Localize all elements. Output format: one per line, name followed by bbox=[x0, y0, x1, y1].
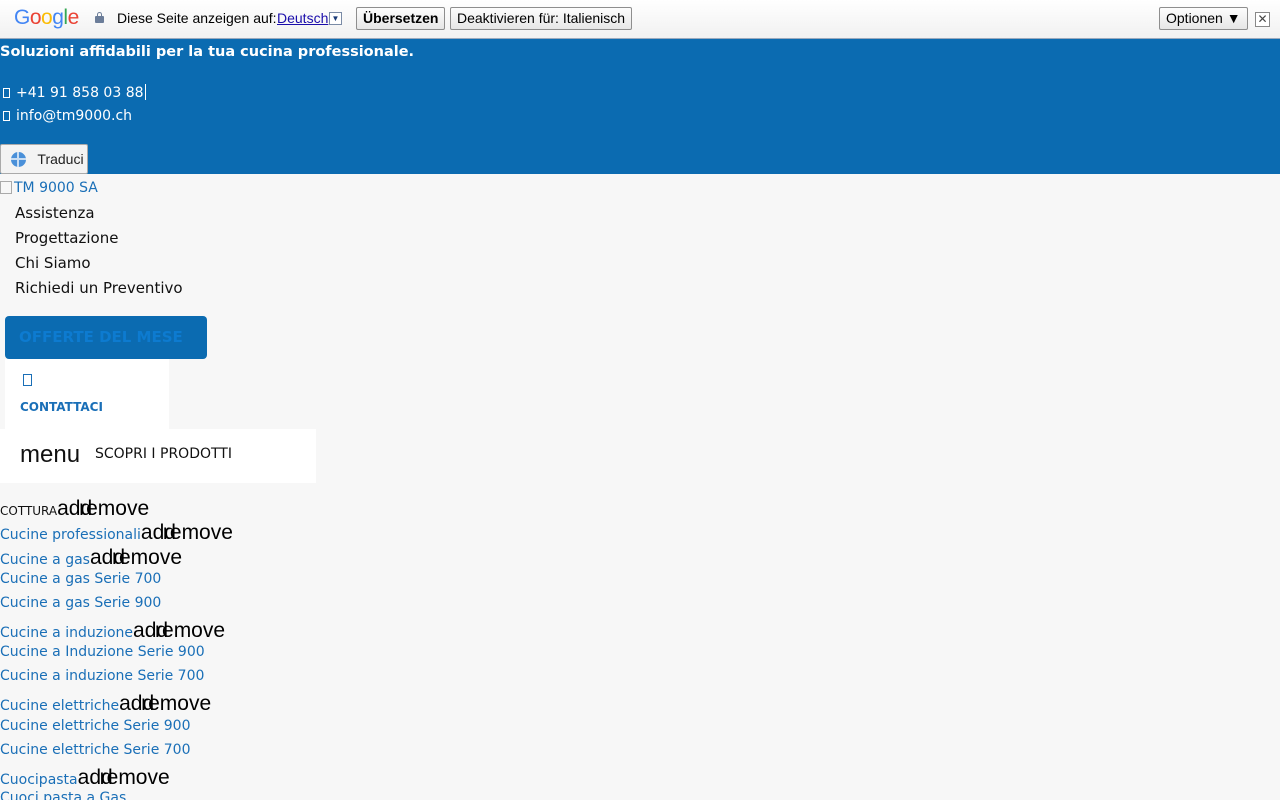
close-icon[interactable]: ✕ bbox=[1255, 12, 1270, 27]
email-row[interactable]: info@tm9000.ch bbox=[3, 108, 132, 124]
disable-translation-button[interactable]: Deaktivieren für: Italienisch bbox=[450, 7, 633, 30]
category-item[interactable]: Cucine a gas Serie 900 bbox=[0, 595, 161, 611]
google-translate-bar: Google Diese Seite anzeigen auf: Deutsch… bbox=[0, 0, 1280, 39]
category-item[interactable]: Cucine elettriche add remove bbox=[0, 692, 219, 716]
add-remove-icon[interactable]: add remove bbox=[141, 521, 241, 545]
category-item[interactable]: Cucine a Induzione Serie 900 bbox=[0, 644, 205, 660]
options-button[interactable]: Optionen ▼ bbox=[1159, 7, 1248, 30]
category-label[interactable]: Cucine a gas bbox=[0, 552, 90, 568]
phone-row[interactable]: +41 91 858 03 88 bbox=[3, 84, 146, 101]
category-item[interactable]: Cucine a gas add remove bbox=[0, 546, 190, 570]
globe-icon bbox=[11, 152, 26, 167]
category-label[interactable]: Cucine professionali bbox=[0, 527, 141, 543]
translate-label: Diese Seite anzeigen auf: bbox=[117, 10, 277, 26]
lock-icon bbox=[95, 12, 104, 23]
traduci-label: Traduci bbox=[37, 151, 84, 167]
category-label[interactable]: Cucine elettriche bbox=[0, 698, 119, 714]
translate-button[interactable]: Übersetzen bbox=[356, 7, 446, 30]
menu-bar[interactable]: menu SCOPRI I PRODOTTI bbox=[0, 429, 316, 483]
nav-richiedi-preventivo[interactable]: Richiedi un Preventivo bbox=[15, 279, 183, 297]
tagline: Soluzioni affidabili per la tua cucina p… bbox=[0, 44, 415, 60]
email-icon bbox=[3, 111, 10, 121]
category-item[interactable]: Cuocipasta add remove bbox=[0, 766, 178, 790]
google-logo: Google bbox=[14, 6, 79, 30]
google-logo-letter: o bbox=[41, 6, 53, 29]
remove-icon[interactable]: remove bbox=[100, 766, 170, 790]
category-item[interactable]: Cuoci pasta a Gas bbox=[0, 790, 126, 800]
language-link[interactable]: Deutsch bbox=[277, 10, 328, 26]
language-dropdown-icon[interactable]: ▼ bbox=[329, 12, 342, 25]
contattaci-label: CONTATTACI bbox=[20, 400, 103, 414]
category-item[interactable]: Cucine a induzione Serie 700 bbox=[0, 668, 204, 684]
category-item[interactable]: Cucine professionali add remove bbox=[0, 521, 241, 545]
google-logo-letter: G bbox=[14, 6, 30, 29]
add-remove-icon[interactable]: add remove bbox=[90, 546, 190, 570]
google-logo-letter: g bbox=[52, 6, 64, 29]
remove-icon[interactable]: remove bbox=[112, 546, 182, 570]
text-caret bbox=[144, 84, 146, 100]
category-item[interactable]: Cucine elettriche Serie 700 bbox=[0, 742, 190, 758]
category-item[interactable]: Cucine elettriche Serie 900 bbox=[0, 718, 190, 734]
traduci-button[interactable]: Traduci bbox=[0, 144, 88, 174]
remove-icon[interactable]: remove bbox=[155, 619, 225, 643]
site-logo[interactable]: TM 9000 SA bbox=[0, 180, 98, 196]
broken-image-icon bbox=[0, 181, 12, 194]
category-label[interactable]: Cuocipasta bbox=[0, 772, 78, 788]
category-item[interactable]: COTTURA add remove bbox=[0, 497, 157, 521]
remove-icon[interactable]: remove bbox=[79, 497, 149, 521]
nav-chi-siamo[interactable]: Chi Siamo bbox=[15, 254, 91, 272]
category-item[interactable]: Cucine a induzione add remove bbox=[0, 619, 233, 643]
add-remove-icon[interactable]: add remove bbox=[119, 692, 219, 716]
menu-icon[interactable]: menu bbox=[20, 441, 80, 469]
phone-number[interactable]: +41 91 858 03 88 bbox=[16, 85, 144, 101]
google-logo-letter: e bbox=[67, 6, 80, 29]
email-address[interactable]: info@tm9000.ch bbox=[16, 108, 132, 124]
google-logo-letter: o bbox=[29, 6, 42, 29]
phone-icon bbox=[3, 88, 10, 98]
nav-progettazione[interactable]: Progettazione bbox=[15, 229, 118, 247]
nav-assistenza[interactable]: Assistenza bbox=[15, 204, 95, 222]
category-label[interactable]: COTTURA bbox=[0, 504, 57, 518]
remove-icon[interactable]: remove bbox=[163, 521, 233, 545]
category-item[interactable]: Cucine a gas Serie 700 bbox=[0, 571, 161, 587]
remove-icon[interactable]: remove bbox=[141, 692, 211, 716]
add-remove-icon[interactable]: add remove bbox=[133, 619, 233, 643]
contact-icon bbox=[23, 374, 32, 386]
scopri-prodotti-label[interactable]: SCOPRI I PRODOTTI bbox=[95, 446, 232, 462]
category-label[interactable]: Cucine a induzione bbox=[0, 625, 133, 641]
contattaci-box[interactable]: CONTATTACI bbox=[5, 359, 169, 429]
offerte-button[interactable]: OFFERTE DEL MESE bbox=[5, 316, 207, 359]
logo-alt-text: TM 9000 SA bbox=[14, 180, 98, 196]
add-remove-icon[interactable]: add remove bbox=[57, 497, 157, 521]
top-header: Soluzioni affidabili per la tua cucina p… bbox=[0, 39, 1280, 174]
add-remove-icon[interactable]: add remove bbox=[78, 766, 178, 790]
